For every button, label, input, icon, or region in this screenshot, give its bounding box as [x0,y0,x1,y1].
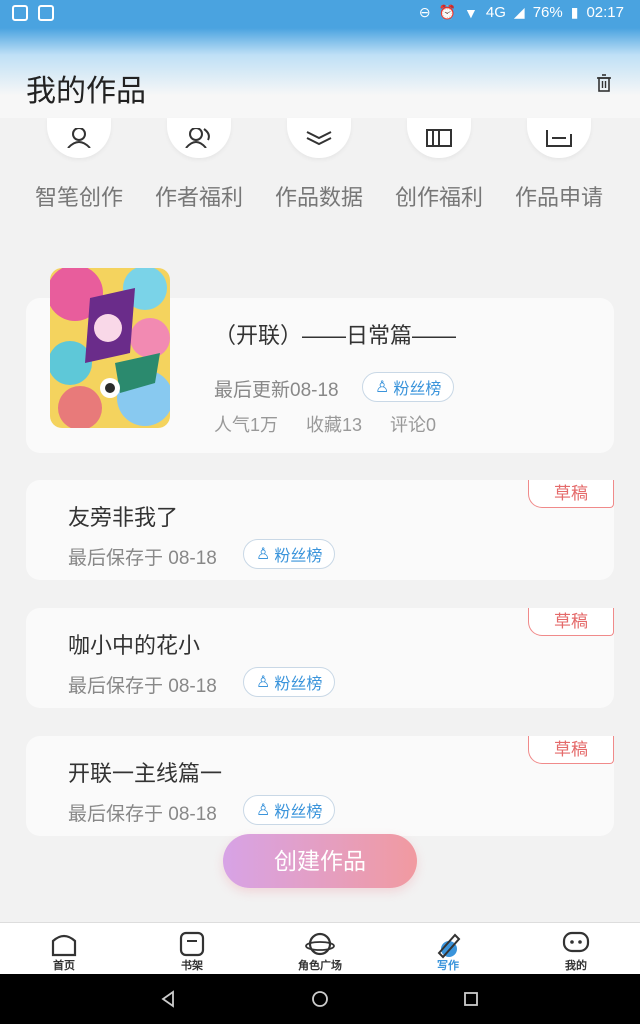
favorites: 收藏13 [306,415,363,435]
fans-icon: ♙ [375,379,390,396]
back-icon[interactable] [159,990,177,1008]
work-title: （开联）——日常篇—— [214,323,457,348]
popularity: 人气1万 [214,415,279,435]
draft-saved: 最后保存于 08-18 [68,548,217,569]
create-work-button[interactable]: 创建作品 [223,834,417,888]
tab-home[interactable]: 首页 [19,925,109,973]
trash-icon[interactable] [596,74,612,92]
home-nav-icon[interactable] [311,990,329,1008]
system-nav-bar [0,974,640,1024]
fans-rank-label: 粉丝榜 [274,804,323,821]
person-icon [67,128,91,148]
draft-title: 开联一主线篇一 [68,761,223,786]
bookshelf-icon [179,931,205,957]
bottom-tab-bar: 首页 书架 角色广场 写作 我的 [0,922,640,974]
fans-rank-label: 粉丝榜 [274,548,323,565]
quick-action-work-data[interactable]: 作品数据 [259,118,379,212]
work-cover-image[interactable] [50,268,170,428]
fans-rank-button[interactable]: ♙ 粉丝榜 [243,539,336,569]
quick-action-work-apply[interactable]: 作品申请 [499,118,619,212]
tab-label: 我的 [565,960,587,972]
header: 我的作品 [0,28,640,118]
tab-writing[interactable]: 写作 [403,925,493,973]
battery-icon: ▮ [570,4,579,20]
pen-icon [437,933,461,959]
dnd-icon: ⊖ [418,4,431,20]
tab-bookshelf[interactable]: 书架 [147,925,237,973]
fans-icon: ♙ [256,674,271,691]
quick-action-author-welfare[interactable]: 作者福利 [139,118,259,212]
fans-rank-button[interactable]: ♙ 粉丝榜 [243,667,336,697]
page-title: 我的作品 [26,75,146,108]
tab-character-plaza[interactable]: 角色广场 [275,925,365,973]
draft-tag: 草稿 [528,736,614,764]
fans-rank-button[interactable]: ♙ 粉丝榜 [362,372,455,402]
people-icon [185,128,210,148]
quick-action-smart-pen[interactable]: 智笔创作 [19,118,139,212]
tab-label: 首页 [53,960,75,972]
gift-icon [426,129,452,147]
quick-action-label: 作品数据 [274,185,363,210]
document-icon [546,130,572,147]
draft-saved: 最后保存于 08-18 [68,676,217,697]
status-bar: ⊖ ⏰ ▼ 4G ◢ 76% ▮ 02:17 [0,0,640,28]
fans-icon: ♙ [256,546,271,563]
fans-rank-label: 粉丝榜 [274,676,323,693]
network-type: 4G [485,4,506,21]
alarm-icon: ⏰ [438,4,457,20]
quick-actions: 智笔创作 作者福利 作品数据 创作福利 作品申请 [0,118,640,228]
image-notification-icon [38,5,54,21]
draft-tag: 草稿 [528,608,614,636]
comments: 评论0 [390,415,437,435]
quick-action-label: 作品申请 [514,185,603,210]
draft-tag: 草稿 [528,480,614,508]
layers-icon [306,131,332,146]
tab-mine[interactable]: 我的 [531,925,621,973]
quick-action-creation-welfare[interactable]: 创作福利 [379,118,499,212]
clock: 02:17 [586,4,624,21]
quick-action-label: 创作福利 [394,185,483,210]
draft-saved: 最后保存于 08-18 [68,804,217,825]
planet-icon [305,932,335,956]
home-icon [51,934,77,957]
tab-label: 写作 [437,960,459,972]
wifi-icon: ▼ [464,4,478,21]
chat-face-icon [562,931,590,953]
fans-rank-button[interactable]: ♙ 粉丝榜 [243,795,336,825]
recents-icon[interactable] [462,990,480,1008]
draft-title: 友旁非我了 [68,505,179,530]
battery-percent: 76% [532,4,563,21]
tab-label: 书架 [181,960,203,972]
quick-action-label: 智笔创作 [34,185,123,210]
fans-rank-label: 粉丝榜 [393,381,442,398]
work-updated: 最后更新08-18 [214,380,339,401]
tab-label: 角色广场 [298,960,342,972]
app-notification-icon [12,5,28,21]
work-stats: 人气1万 收藏13 评论0 [214,411,436,437]
quick-action-label: 作者福利 [154,185,243,210]
draft-title: 咖小中的花小 [68,633,201,658]
signal-icon: ◢ [513,4,525,20]
fans-icon: ♙ [256,802,271,819]
